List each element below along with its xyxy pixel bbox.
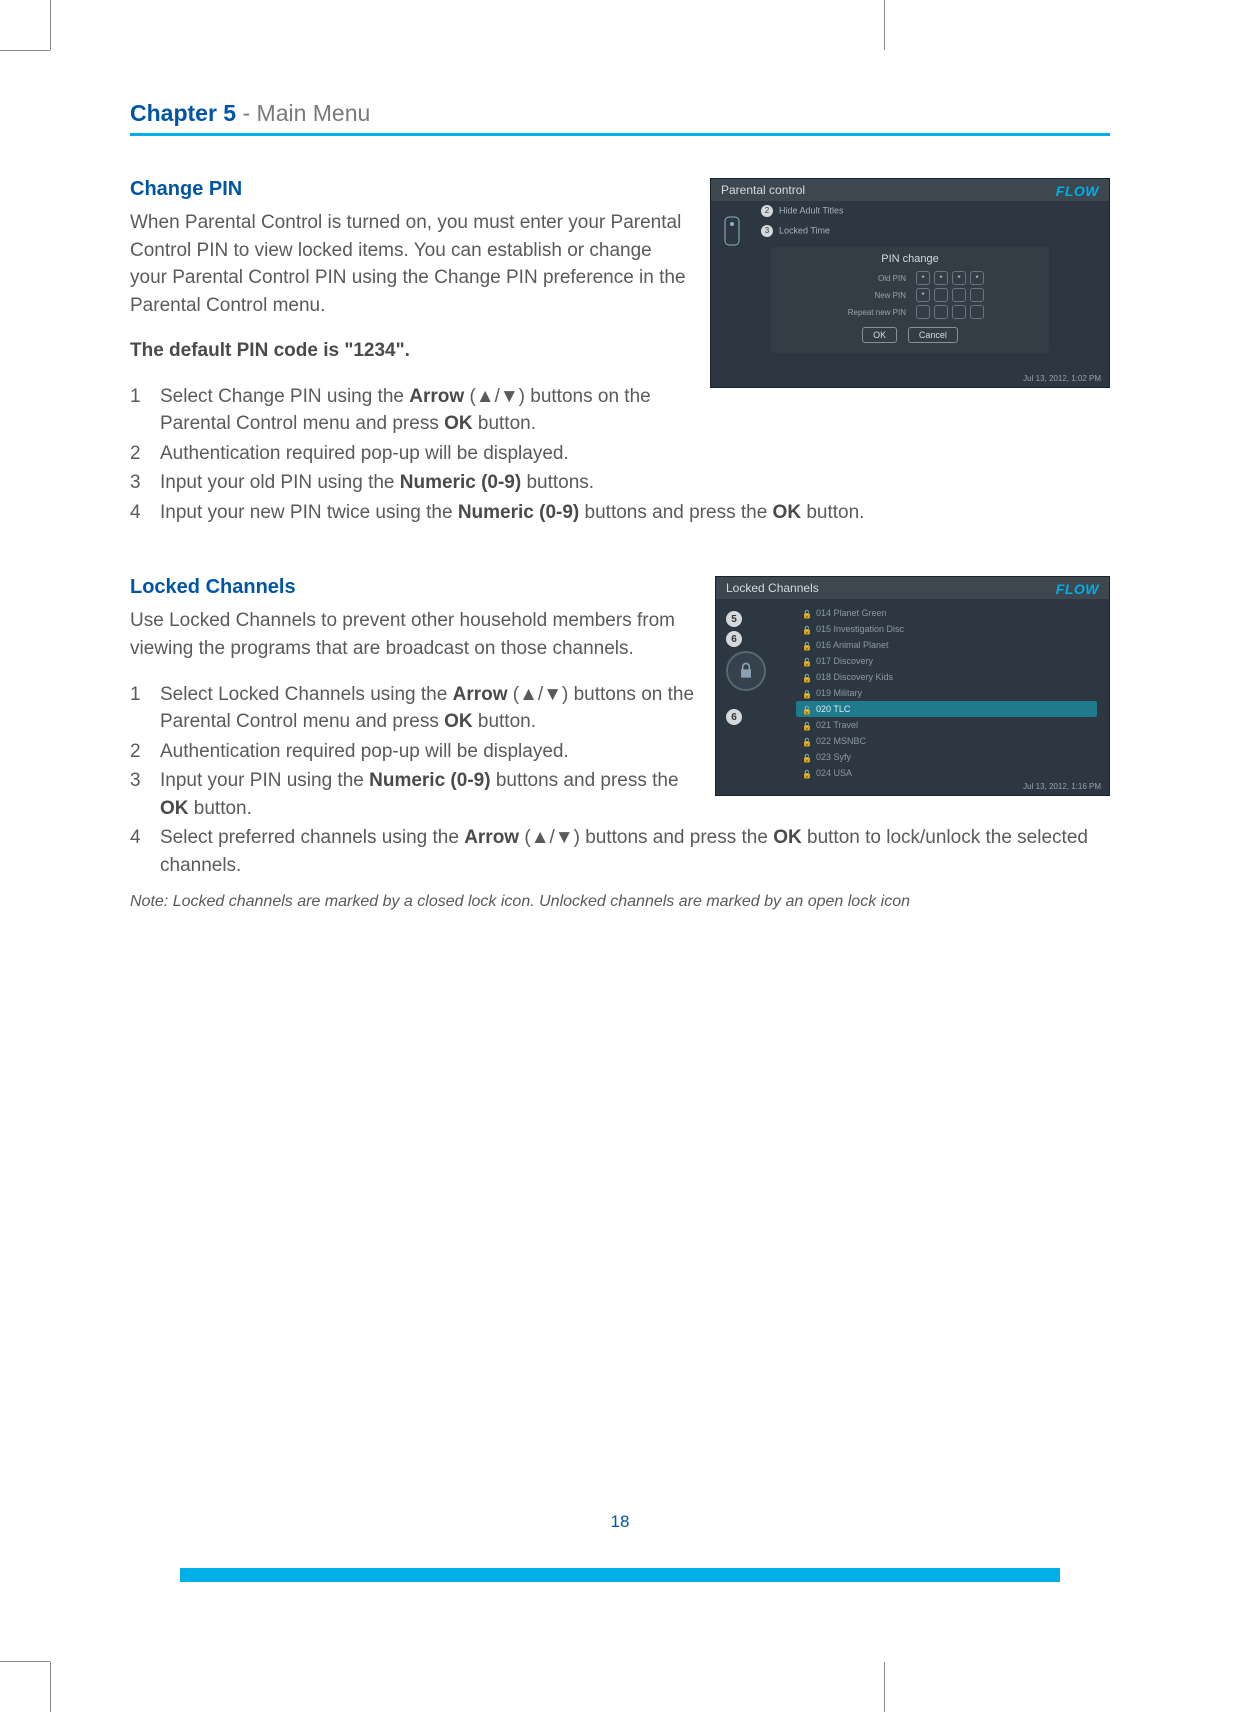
page-number: 18 bbox=[50, 1512, 1190, 1532]
screenshot-menu-item: 3Locked Time bbox=[711, 221, 1109, 241]
channel-row: 017 Discovery bbox=[796, 653, 1097, 669]
step-item: Input your PIN using the Numeric (0-9) b… bbox=[130, 767, 1110, 822]
screenshot-menu-item: 2Hide Adult Titles bbox=[711, 201, 1109, 221]
screenshot-title: Parental control bbox=[711, 179, 1109, 201]
remote-icon bbox=[719, 215, 747, 249]
screenshot-title: Locked Channels bbox=[716, 577, 1109, 599]
screenshot-cancel-button: Cancel bbox=[908, 327, 958, 343]
screenshot-parental-control: Parental control FLOW 2Hide Adult Titles… bbox=[710, 178, 1110, 388]
step-item: Authentication required pop-up will be d… bbox=[130, 440, 1110, 468]
step-item: Select preferred channels using the Arro… bbox=[130, 824, 1110, 879]
screenshot-timestamp: Jul 13, 2012, 1:02 PM bbox=[1023, 374, 1101, 383]
pin-panel-title: PIN change bbox=[781, 253, 1039, 265]
step-item: Select Change PIN using the Arrow (▲/▼) … bbox=[130, 383, 1110, 438]
step-item: Authentication required pop-up will be d… bbox=[130, 738, 1110, 766]
channel-row: 015 Investigation Disc bbox=[796, 621, 1097, 637]
chapter-number: Chapter 5 bbox=[130, 100, 236, 126]
brand-logo: FLOW bbox=[1056, 183, 1099, 199]
brand-logo: FLOW bbox=[1056, 581, 1099, 597]
pin-change-panel: PIN change Old PIN New PIN Repeat new PI… bbox=[771, 247, 1049, 353]
note-text: Note: Locked channels are marked by a cl… bbox=[130, 893, 1110, 911]
chapter-header: Chapter 5 - Main Menu bbox=[130, 100, 1110, 136]
footer-bar bbox=[180, 1568, 1060, 1582]
channel-row: 016 Animal Planet bbox=[796, 637, 1097, 653]
step-item: Input your new PIN twice using the Numer… bbox=[130, 499, 1110, 527]
steps-list: Select Locked Channels using the Arrow (… bbox=[130, 681, 1110, 880]
steps-list: Select Change PIN using the Arrow (▲/▼) … bbox=[130, 383, 1110, 527]
step-item: Select Locked Channels using the Arrow (… bbox=[130, 681, 1110, 736]
step-item: Input your old PIN using the Numeric (0-… bbox=[130, 469, 1110, 497]
screenshot-ok-button: OK bbox=[862, 327, 897, 343]
chapter-subtitle: - Main Menu bbox=[236, 100, 370, 126]
channel-row: 014 Planet Green bbox=[796, 605, 1097, 621]
